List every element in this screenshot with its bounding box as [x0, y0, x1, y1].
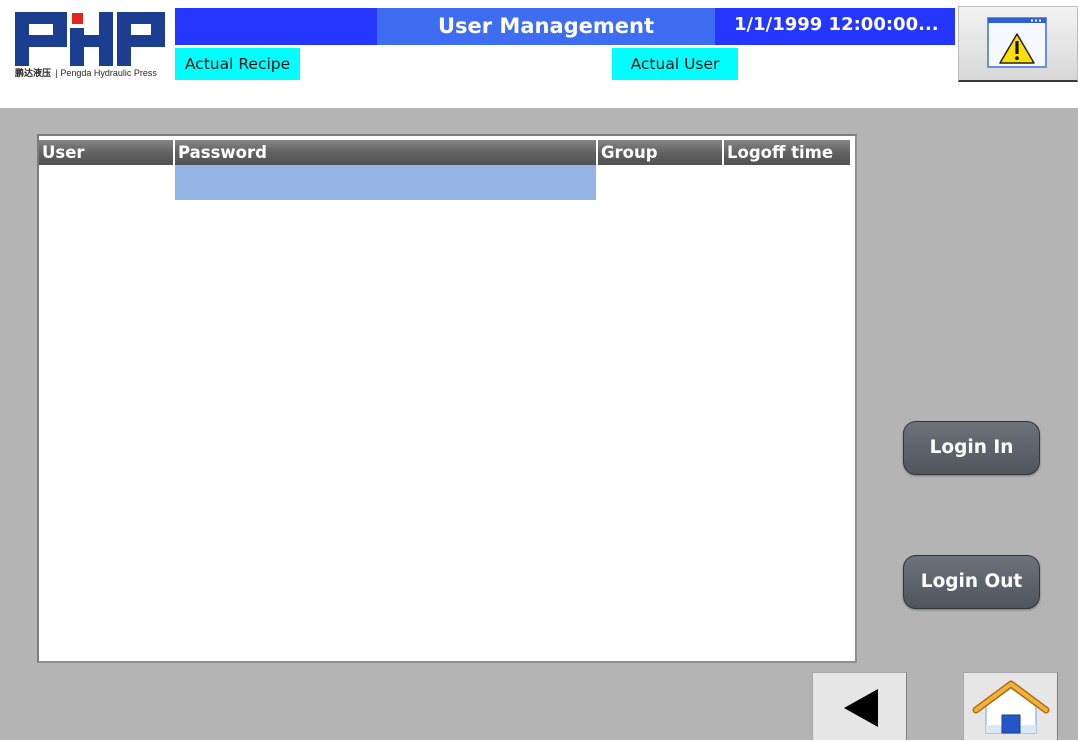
warning-window-icon — [987, 17, 1047, 68]
back-button[interactable] — [812, 672, 907, 740]
main-area: User Password Group Logoff time Login In… — [0, 108, 1078, 740]
cell-password[interactable] — [175, 165, 596, 200]
table-row[interactable] — [39, 165, 850, 200]
table-header-row: User Password Group Logoff time — [39, 140, 850, 165]
logo-caption-cn: 鹏达液压 — [15, 69, 52, 79]
home-icon — [972, 680, 1050, 734]
actual-recipe-field: Actual Recipe — [175, 48, 300, 80]
title-bar-left — [175, 8, 377, 45]
user-table[interactable]: User Password Group Logoff time — [37, 134, 857, 663]
column-header-logoff-time: Logoff time — [724, 140, 850, 165]
cell-user[interactable] — [39, 165, 173, 200]
logo-caption: 鹏达液压 | Pengda Hydraulic Press — [15, 66, 157, 80]
company-logo — [15, 10, 165, 68]
column-header-password: Password — [175, 140, 596, 165]
datetime-display: 1/1/1999 12:00:00... — [715, 8, 955, 45]
header-bar: 鹏达液压 | Pengda Hydraulic Press User Manag… — [0, 0, 1078, 108]
alarm-button[interactable] — [958, 6, 1078, 82]
actual-user-field: Actual User — [612, 48, 738, 80]
cell-logoff-time[interactable] — [724, 165, 850, 200]
column-header-user: User — [39, 140, 173, 165]
datetime-text: 1/1/1999 12:00:00... — [734, 14, 939, 35]
back-arrow-icon — [844, 689, 878, 727]
column-header-group: Group — [598, 140, 722, 165]
login-in-button[interactable]: Login In — [903, 421, 1040, 475]
php-logo-icon — [15, 12, 165, 66]
screen-title: User Management — [377, 8, 715, 45]
login-out-button[interactable]: Login Out — [903, 555, 1040, 609]
cell-group[interactable] — [598, 165, 722, 200]
logo-caption-en: | Pengda Hydraulic Press — [55, 68, 157, 78]
home-button[interactable] — [963, 672, 1058, 740]
